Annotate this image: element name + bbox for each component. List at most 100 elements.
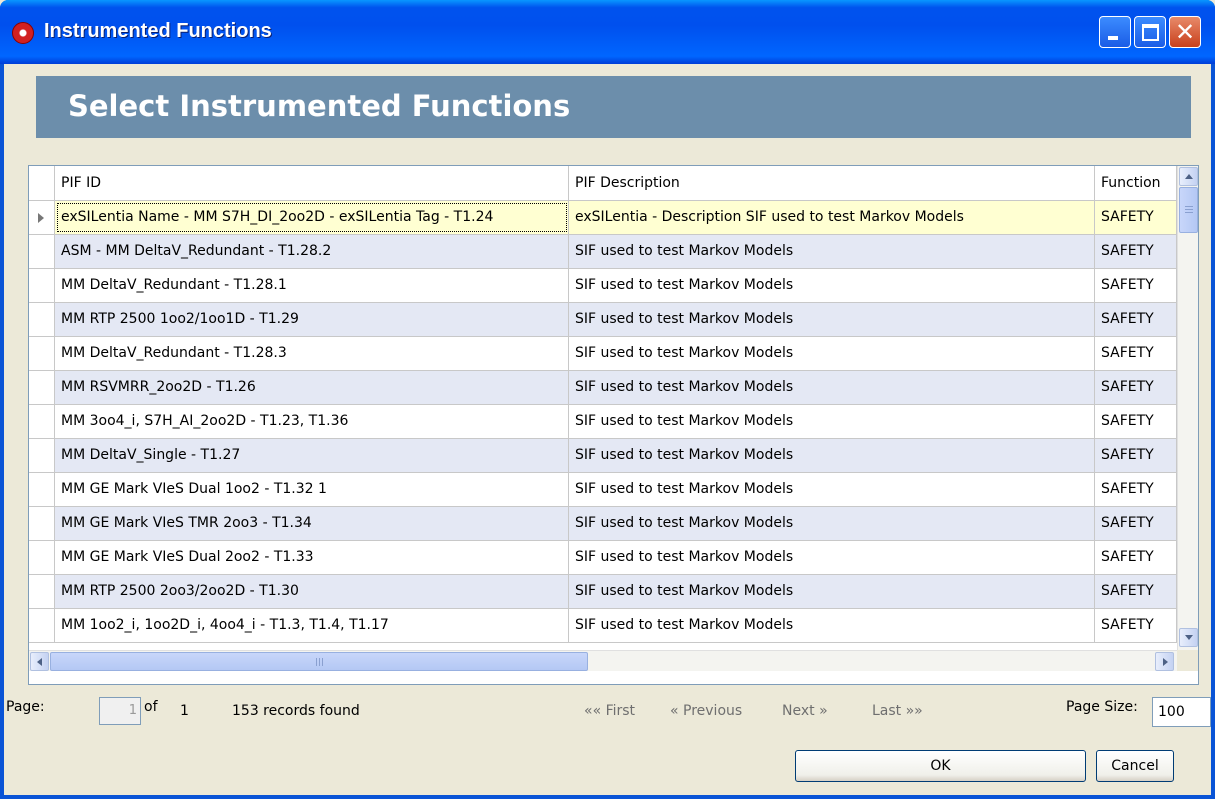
- next-page-link[interactable]: Next »: [782, 703, 828, 719]
- column-header-pif-description[interactable]: PIF Description: [569, 166, 1095, 201]
- pif-id-cell[interactable]: exSILentia Name - MM S7H_DI_2oo2D - exSI…: [55, 201, 569, 234]
- pif-description-cell[interactable]: SIF used to test Markov Models: [569, 439, 1095, 472]
- row-selector[interactable]: [29, 303, 55, 336]
- page-size-input[interactable]: 100: [1152, 697, 1211, 727]
- pif-description-cell[interactable]: exSILentia - Description SIF used to tes…: [569, 201, 1095, 234]
- pif-id-cell[interactable]: MM GE Mark VIeS TMR 2oo3 - T1.34: [55, 507, 569, 540]
- previous-page-link[interactable]: « Previous: [670, 703, 742, 719]
- column-header-function[interactable]: Function: [1095, 166, 1177, 201]
- arrow-up-icon: [1185, 174, 1193, 179]
- table-row[interactable]: exSILentia Name - MM S7H_DI_2oo2D - exSI…: [29, 201, 1177, 235]
- page-label: Page:: [6, 699, 45, 715]
- pif-description-cell[interactable]: SIF used to test Markov Models: [569, 473, 1095, 506]
- table-row[interactable]: MM DeltaV_Redundant - T1.28.3 SIF used to…: [29, 337, 1177, 371]
- table-row[interactable]: MM 3oo4_i, S7H_AI_2oo2D - T1.23, T1.36 SI…: [29, 405, 1177, 439]
- table-row[interactable]: MM GE Mark VIeS TMR 2oo3 - T1.34 SIF used…: [29, 507, 1177, 541]
- pif-description-cell[interactable]: SIF used to test Markov Models: [569, 575, 1095, 608]
- table-row[interactable]: MM GE Mark VIeS Dual 1oo2 - T1.32 1 SIF u…: [29, 473, 1177, 507]
- maximize-button[interactable]: [1134, 16, 1166, 48]
- pif-id-cell[interactable]: MM RSVMRR_2oo2D - T1.26: [55, 371, 569, 404]
- row-selector[interactable]: [29, 473, 55, 506]
- function-cell[interactable]: SAFETY: [1095, 337, 1177, 370]
- table-row[interactable]: MM DeltaV_Redundant - T1.28.1 SIF used to…: [29, 269, 1177, 303]
- pif-id-cell[interactable]: MM DeltaV_Redundant - T1.28.3: [55, 337, 569, 370]
- scroll-right-button[interactable]: [1155, 652, 1174, 671]
- function-cell[interactable]: SAFETY: [1095, 439, 1177, 472]
- pif-description-cell[interactable]: SIF used to test Markov Models: [569, 541, 1095, 574]
- arrow-left-icon: [37, 658, 42, 666]
- pif-description-cell[interactable]: SIF used to test Markov Models: [569, 235, 1095, 268]
- thumb-grip: [1185, 212, 1193, 213]
- function-cell[interactable]: SAFETY: [1095, 405, 1177, 438]
- pif-id-cell[interactable]: MM RTP 2500 2oo3/2oo2D - T1.30: [55, 575, 569, 608]
- arrow-down-icon: [1185, 635, 1193, 640]
- row-selector[interactable]: [29, 269, 55, 302]
- function-cell[interactable]: SAFETY: [1095, 303, 1177, 336]
- title-bar[interactable]: Instrumented Functions ✕: [0, 0, 1215, 64]
- function-cell[interactable]: SAFETY: [1095, 507, 1177, 540]
- table-row[interactable]: MM RTP 2500 2oo3/2oo2D - T1.30 SIF used t…: [29, 575, 1177, 609]
- function-cell[interactable]: SAFETY: [1095, 541, 1177, 574]
- row-selector[interactable]: [29, 609, 55, 642]
- row-selector[interactable]: [29, 337, 55, 370]
- horizontal-scroll-thumb[interactable]: [50, 652, 588, 671]
- pif-id-cell[interactable]: ASM - MM DeltaV_Redundant - T1.28.2: [55, 235, 569, 268]
- row-selector[interactable]: [29, 405, 55, 438]
- table-row[interactable]: MM RTP 2500 1oo2/1oo1D - T1.29 SIF used t…: [29, 303, 1177, 337]
- page-number-input[interactable]: 1: [99, 697, 141, 725]
- functions-grid: PIF ID PIF Description Function exSILent…: [28, 165, 1199, 685]
- pif-id-cell[interactable]: MM GE Mark VIeS Dual 2oo2 - T1.33: [55, 541, 569, 574]
- function-cell[interactable]: SAFETY: [1095, 201, 1177, 234]
- pif-description-cell[interactable]: SIF used to test Markov Models: [569, 371, 1095, 404]
- scroll-down-button[interactable]: [1179, 628, 1198, 647]
- pif-id-cell[interactable]: MM GE Mark VIeS Dual 1oo2 - T1.32 1: [55, 473, 569, 506]
- pif-description-cell[interactable]: SIF used to test Markov Models: [569, 609, 1095, 642]
- grid-header: PIF ID PIF Description Function: [29, 166, 1177, 201]
- row-selector[interactable]: [29, 235, 55, 268]
- function-cell[interactable]: SAFETY: [1095, 371, 1177, 404]
- row-selector[interactable]: [29, 541, 55, 574]
- pif-description-cell[interactable]: SIF used to test Markov Models: [569, 269, 1095, 302]
- cancel-button[interactable]: Cancel: [1096, 750, 1174, 782]
- table-row[interactable]: ASM - MM DeltaV_Redundant - T1.28.2 SIF u…: [29, 235, 1177, 269]
- function-cell[interactable]: SAFETY: [1095, 575, 1177, 608]
- pif-id-cell[interactable]: MM 3oo4_i, S7H_AI_2oo2D - T1.23, T1.36: [55, 405, 569, 438]
- row-selector[interactable]: [29, 507, 55, 540]
- function-cell[interactable]: SAFETY: [1095, 609, 1177, 642]
- table-row[interactable]: MM RSVMRR_2oo2D - T1.26 SIF used to test …: [29, 371, 1177, 405]
- horizontal-scrollbar[interactable]: [29, 650, 1177, 671]
- close-icon: ✕: [1174, 18, 1196, 46]
- pif-description-cell[interactable]: SIF used to test Markov Models: [569, 507, 1095, 540]
- pif-id-cell[interactable]: MM RTP 2500 1oo2/1oo1D - T1.29: [55, 303, 569, 336]
- pif-id-cell[interactable]: MM DeltaV_Redundant - T1.28.1: [55, 269, 569, 302]
- pif-description-cell[interactable]: SIF used to test Markov Models: [569, 337, 1095, 370]
- table-row[interactable]: MM GE Mark VIeS Dual 2oo2 - T1.33 SIF use…: [29, 541, 1177, 575]
- function-cell[interactable]: SAFETY: [1095, 269, 1177, 302]
- scroll-left-button[interactable]: [30, 652, 49, 671]
- close-button[interactable]: ✕: [1169, 16, 1201, 48]
- row-selector[interactable]: [29, 575, 55, 608]
- window-title: Instrumented Functions: [44, 20, 272, 42]
- pif-description-cell[interactable]: SIF used to test Markov Models: [569, 303, 1095, 336]
- function-cell[interactable]: SAFETY: [1095, 235, 1177, 268]
- table-row[interactable]: MM DeltaV_Single - T1.27 SIF used to test…: [29, 439, 1177, 473]
- vertical-scroll-thumb[interactable]: [1179, 187, 1198, 233]
- row-selector[interactable]: [29, 439, 55, 472]
- last-page-link[interactable]: Last »»: [872, 703, 923, 719]
- pif-id-cell[interactable]: MM 1oo2_i, 1oo2D_i, 4oo4_i - T1.3, T1.4,…: [55, 609, 569, 642]
- row-selector-header: [29, 166, 55, 201]
- pif-description-cell[interactable]: SIF used to test Markov Models: [569, 405, 1095, 438]
- row-selector[interactable]: [29, 371, 55, 404]
- thumb-grip: [322, 658, 323, 666]
- column-header-pif-id[interactable]: PIF ID: [55, 166, 569, 201]
- scroll-up-button[interactable]: [1179, 167, 1198, 186]
- table-row[interactable]: MM 1oo2_i, 1oo2D_i, 4oo4_i - T1.3, T1.4,…: [29, 609, 1177, 643]
- pif-id-cell[interactable]: MM DeltaV_Single - T1.27: [55, 439, 569, 472]
- vertical-scrollbar[interactable]: [1177, 166, 1198, 650]
- first-page-link[interactable]: «« First: [584, 703, 635, 719]
- minimize-button[interactable]: [1099, 16, 1131, 48]
- ok-button[interactable]: OK: [795, 750, 1086, 782]
- minimize-icon: [1108, 36, 1118, 40]
- row-selector[interactable]: [29, 201, 55, 234]
- function-cell[interactable]: SAFETY: [1095, 473, 1177, 506]
